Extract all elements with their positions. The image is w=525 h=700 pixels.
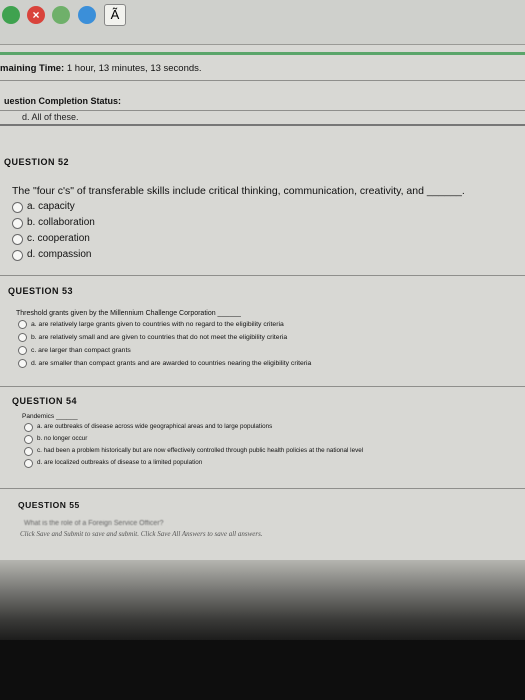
divider	[0, 124, 525, 126]
progress-bar	[0, 52, 525, 55]
radio-button[interactable]	[12, 201, 23, 213]
question-title: QUESTION 54	[12, 396, 78, 406]
divider	[0, 275, 525, 276]
option-label: d. compassion	[27, 249, 92, 260]
option-label: d. are smaller than compact grants and a…	[31, 360, 312, 367]
question-text: The "four c's" of transferable skills in…	[12, 185, 465, 197]
screen-bottom-shadow	[0, 560, 525, 640]
option-label: c. cooperation	[27, 233, 90, 244]
blue-app-icon[interactable]	[78, 6, 96, 24]
divider	[0, 386, 525, 387]
radio-button[interactable]	[12, 217, 23, 229]
option-label: b. are relatively small and are given to…	[31, 334, 288, 341]
option-a[interactable]: a. capacity	[12, 199, 95, 215]
radio-button[interactable]	[24, 446, 33, 456]
option-a[interactable]: a. are relatively large grants given to …	[18, 318, 311, 331]
option-label: b. collaboration	[27, 217, 95, 228]
radio-button[interactable]	[24, 458, 33, 468]
radio-button[interactable]	[18, 333, 27, 342]
option-label: a. are relatively large grants given to …	[31, 321, 284, 328]
answer-options: a. are relatively large grants given to …	[18, 318, 311, 370]
divider	[0, 488, 525, 489]
option-label: c. are larger than compact grants	[31, 347, 131, 354]
question-title: QUESTION 55	[18, 500, 80, 510]
divider	[0, 110, 525, 111]
radio-button[interactable]	[12, 249, 23, 261]
option-a[interactable]: a. are outbreaks of disease across wide …	[24, 421, 363, 433]
question-text: Pandemics ______	[22, 413, 78, 420]
chrome-icon[interactable]	[52, 6, 70, 24]
option-label: c. had been a problem historically but a…	[37, 447, 364, 454]
time-remaining: maining Time: 1 hour, 13 minutes, 13 sec…	[0, 63, 202, 74]
browser-screen: × Ã maining Time: 1 hour, 13 minutes, 13…	[0, 0, 525, 640]
question-title: QUESTION 52	[4, 157, 70, 167]
option-d[interactable]: d. are localized outbreaks of disease to…	[24, 457, 363, 469]
option-d[interactable]: d. are smaller than compact grants and a…	[18, 357, 311, 370]
radio-button[interactable]	[24, 434, 33, 444]
radio-button[interactable]	[18, 320, 27, 329]
answer-options: a. are outbreaks of disease across wide …	[24, 421, 363, 469]
close-app-icon[interactable]: ×	[27, 6, 45, 24]
radio-button[interactable]	[24, 422, 33, 432]
taskbar: × Ã	[0, 0, 525, 45]
radio-button[interactable]	[18, 359, 27, 368]
font-icon[interactable]: Ã	[104, 4, 126, 26]
question-text: What is the role of a Foreign Service Of…	[24, 520, 164, 527]
radio-button[interactable]	[12, 233, 23, 245]
green-app-icon[interactable]	[2, 6, 20, 24]
time-remaining-value: 1 hour, 13 minutes, 13 seconds.	[66, 63, 202, 74]
option-b[interactable]: b. are relatively small and are given to…	[18, 331, 311, 344]
option-c[interactable]: c. had been a problem historically but a…	[24, 445, 363, 457]
divider	[0, 80, 525, 81]
question-title: QUESTION 53	[8, 286, 74, 296]
radio-button[interactable]	[18, 346, 27, 355]
question-text: Threshold grants given by the Millennium…	[16, 310, 241, 317]
option-d[interactable]: d. compassion	[12, 247, 95, 263]
option-b[interactable]: b. collaboration	[12, 215, 95, 231]
submit-instructions: Click Save and Submit to save and submit…	[20, 530, 263, 538]
option-c[interactable]: c. cooperation	[12, 231, 95, 247]
option-label: b. no longer occur	[37, 435, 88, 442]
option-label: d. are localized outbreaks of disease to…	[37, 459, 203, 466]
option-b[interactable]: b. no longer occur	[24, 433, 363, 445]
time-remaining-label: maining Time:	[0, 63, 65, 74]
option-label: a. capacity	[27, 201, 75, 212]
option-label: a. are outbreaks of disease across wide …	[37, 423, 273, 430]
answer-options: a. capacity b. collaboration c. cooperat…	[12, 199, 95, 263]
completion-status-label: uestion Completion Status:	[4, 96, 121, 106]
option-c[interactable]: c. are larger than compact grants	[18, 344, 311, 357]
previous-question-option[interactable]: d. All of these.	[22, 112, 79, 122]
